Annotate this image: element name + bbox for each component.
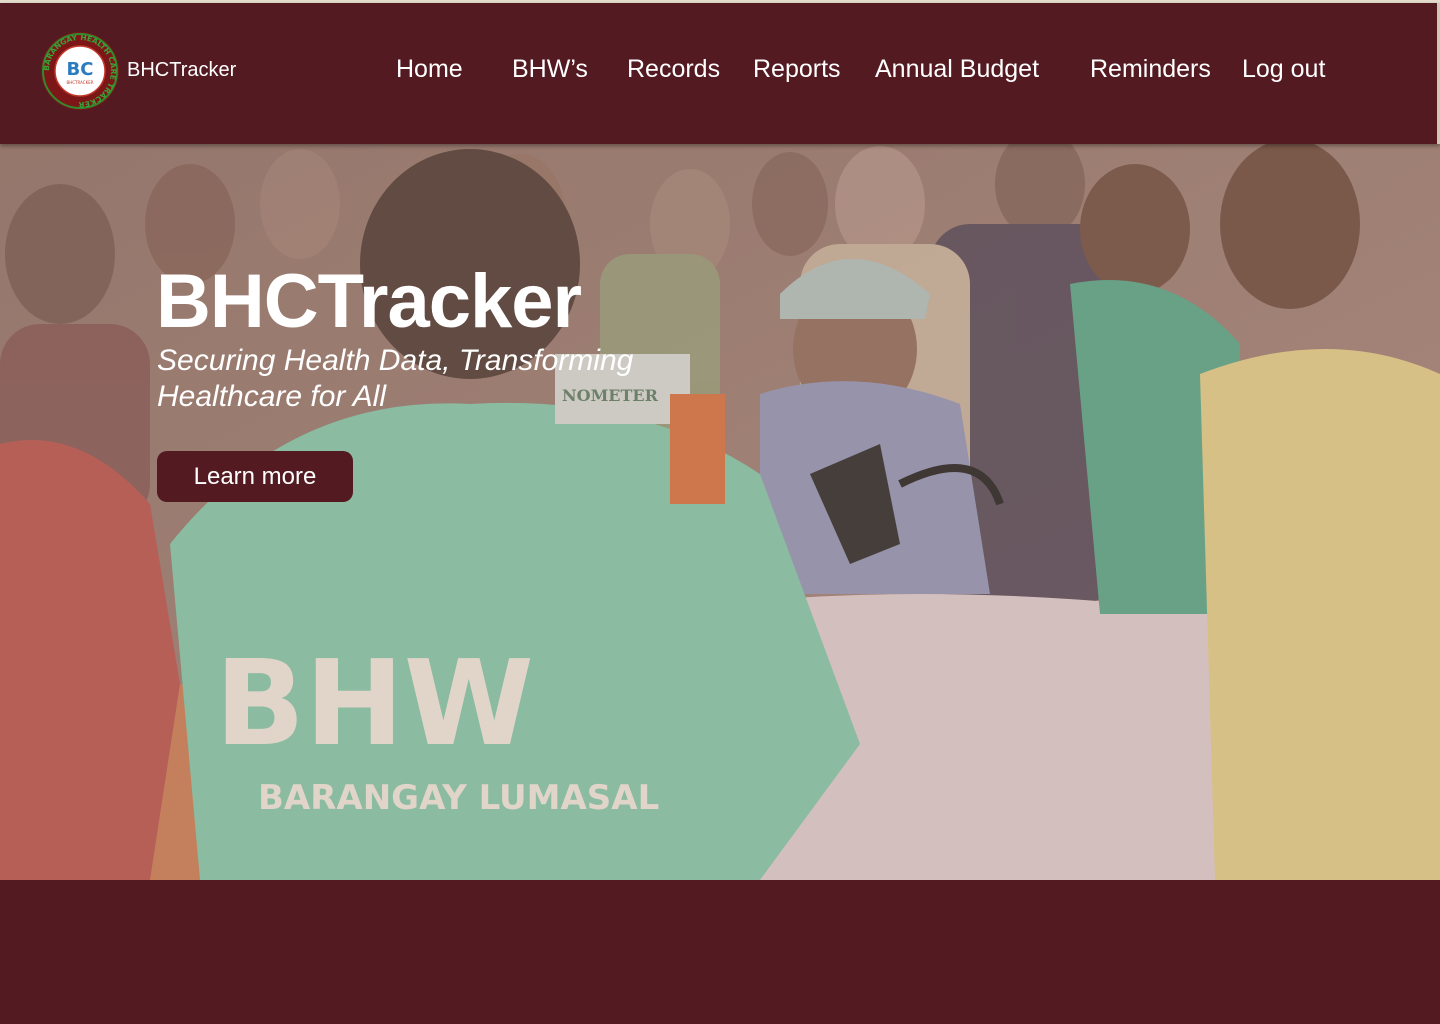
nav-reports[interactable]: Reports: [753, 55, 841, 84]
footer-band: [0, 880, 1440, 1024]
brand-name[interactable]: BHCTracker: [127, 59, 236, 82]
nav-home[interactable]: Home: [396, 55, 463, 84]
logo-caption: BHCTRACKER: [67, 80, 94, 85]
nav-bhws[interactable]: BHW’s: [512, 55, 588, 84]
bhctracker-logo[interactable]: BARANGAY HEALTH CARE TRACKER BC BHCTRACK…: [40, 31, 120, 111]
hero-background-photo: BHW BARANGAY LUMASAL NOMETER: [0, 144, 1440, 880]
hero-subtitle: Securing Health Data, Transforming Healt…: [157, 344, 634, 413]
nav-reminders[interactable]: Reminders: [1090, 55, 1211, 84]
hero-section: BHW BARANGAY LUMASAL NOMETER BHCTracker …: [0, 144, 1440, 880]
top-navbar: BARANGAY HEALTH CARE TRACKER BC BHCTRACK…: [0, 3, 1440, 144]
learn-more-button[interactable]: Learn more: [157, 451, 353, 502]
hero-title: BHCTracker: [156, 259, 582, 344]
nav-records[interactable]: Records: [627, 55, 720, 84]
nav-annual-budget[interactable]: Annual Budget: [875, 55, 1039, 84]
nav-log-out[interactable]: Log out: [1242, 55, 1325, 84]
logo-monogram: BC: [67, 59, 94, 80]
